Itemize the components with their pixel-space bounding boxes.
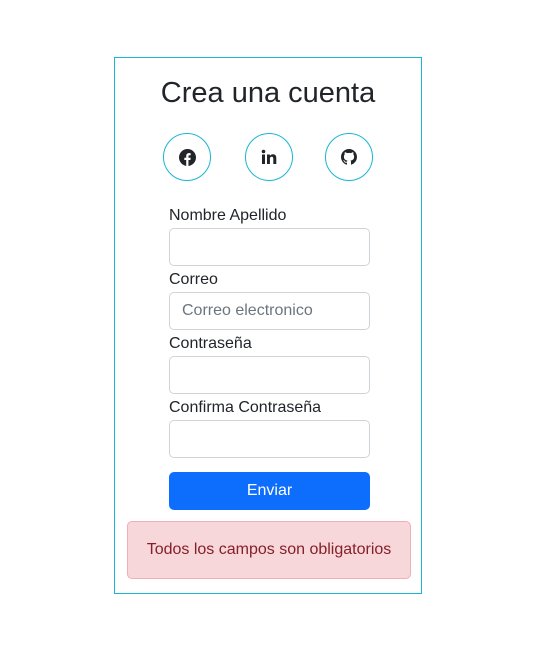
signup-form: Nombre Apellido Correo Contraseña Confir…	[169, 206, 371, 510]
linkedin-login-button[interactable]	[245, 133, 293, 181]
github-login-button[interactable]	[325, 133, 373, 181]
signup-card: Crea una cuenta Nombre Apellido Correo C…	[114, 57, 422, 594]
facebook-login-button[interactable]	[163, 133, 211, 181]
github-icon	[341, 149, 357, 165]
name-label: Nombre Apellido	[169, 207, 287, 224]
email-label: Correo	[169, 271, 218, 288]
error-alert: Todos los campos son obligatorios	[127, 521, 411, 579]
page-title: Crea una cuenta	[160, 77, 376, 109]
submit-button[interactable]: Enviar	[169, 472, 370, 510]
confirm-password-label: Confirma Contraseña	[169, 399, 322, 416]
password-input[interactable]	[169, 356, 370, 394]
error-message: Todos los campos son obligatorios	[146, 541, 392, 558]
name-input[interactable]	[169, 228, 370, 266]
password-label: Contraseña	[169, 335, 252, 352]
confirm-password-input[interactable]	[169, 420, 370, 458]
linkedin-icon	[261, 149, 277, 165]
facebook-icon	[178, 148, 196, 166]
email-input[interactable]	[169, 292, 370, 330]
